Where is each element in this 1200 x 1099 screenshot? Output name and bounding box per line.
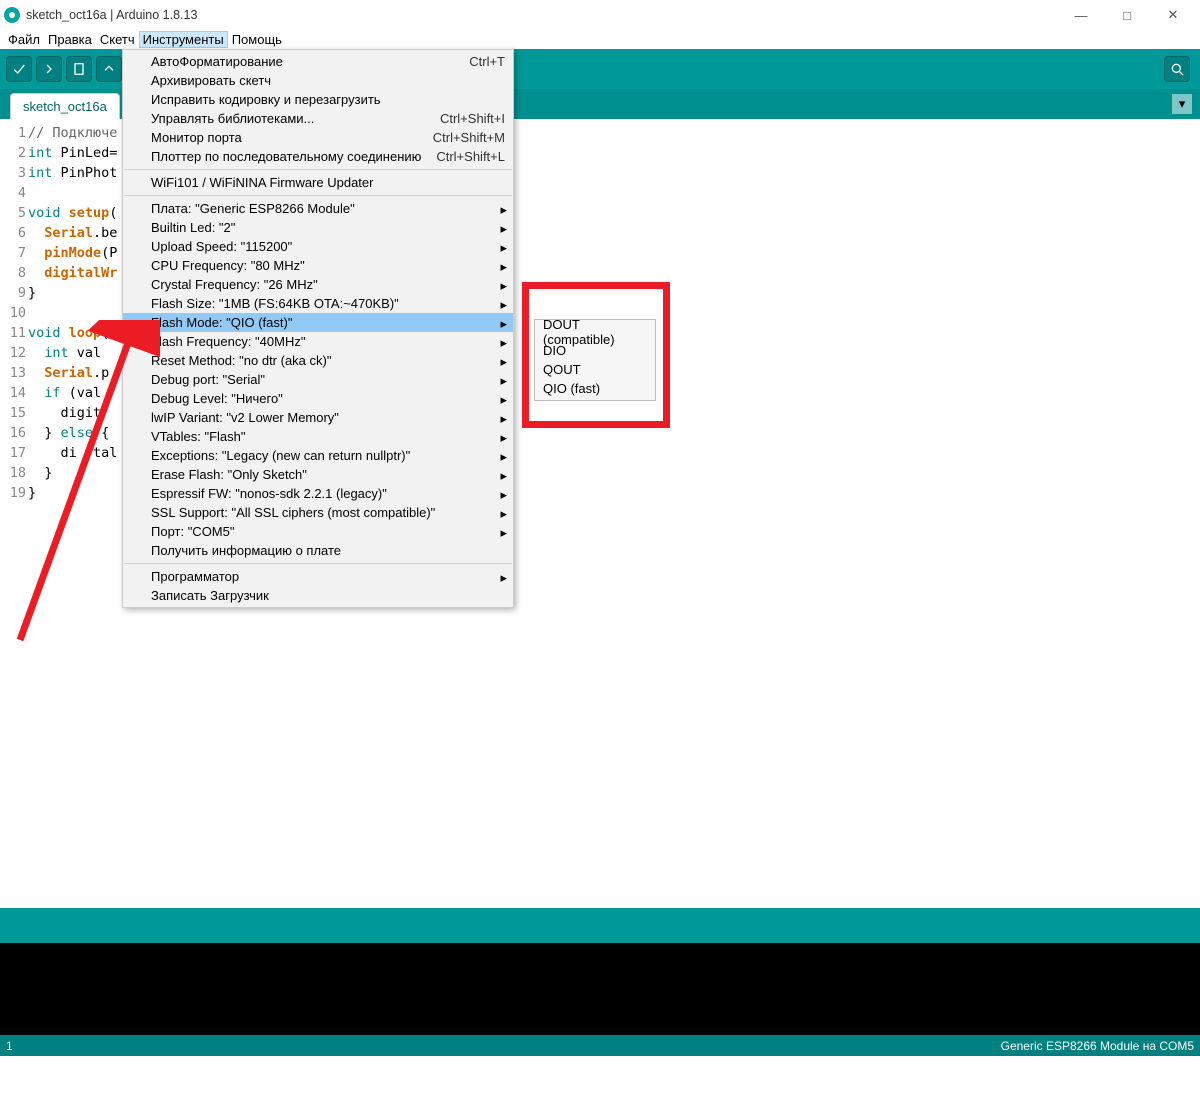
menu-item[interactable]: Espressif FW: "nonos-sdk 2.2.1 (legacy)"…: [123, 484, 513, 503]
menu-item[interactable]: Программатор▸: [123, 567, 513, 586]
menu-item[interactable]: Crystal Frequency: "26 MHz"▸: [123, 275, 513, 294]
menu-item[interactable]: Debug port: "Serial"▸: [123, 370, 513, 389]
menu-item[interactable]: Исправить кодировку и перезагрузить: [123, 90, 513, 109]
menu-item[interactable]: Управлять библиотеками...Ctrl+Shift+I: [123, 109, 513, 128]
serial-monitor-button[interactable]: [1164, 56, 1190, 82]
menu-item[interactable]: VTables: "Flash"▸: [123, 427, 513, 446]
menu-item[interactable]: Flash Size: "1MB (FS:64KB OTA:~470KB)"▸: [123, 294, 513, 313]
menu-item[interactable]: Архивировать скетч: [123, 71, 513, 90]
menu-item[interactable]: Upload Speed: "115200"▸: [123, 237, 513, 256]
code-area[interactable]: // Подключеint PinLed=int PinPhotvoid se…: [28, 123, 117, 503]
status-bar: 1 Generic ESP8266 Module на COM5: [0, 1035, 1200, 1056]
upload-button[interactable]: [36, 56, 62, 82]
menu-item[interactable]: Получить информацию о плате: [123, 541, 513, 560]
tab-sketch[interactable]: sketch_oct16a: [10, 93, 120, 119]
submenu-item[interactable]: DOUT (compatible): [535, 322, 655, 341]
menu-item[interactable]: Flash Mode: "QIO (fast)"▸: [123, 313, 513, 332]
menu-item[interactable]: Reset Method: "no dtr (aka ck)"▸: [123, 351, 513, 370]
menu-tools[interactable]: Инструменты: [139, 31, 228, 48]
menubar: Файл Правка Скетч Инструменты Помощь: [0, 30, 1200, 49]
menu-item[interactable]: Flash Frequency: "40MHz"▸: [123, 332, 513, 351]
menu-file[interactable]: Файл: [4, 32, 44, 47]
menu-item[interactable]: Плата: "Generic ESP8266 Module"▸: [123, 199, 513, 218]
window-title: sketch_oct16a | Arduino 1.8.13: [26, 8, 1058, 22]
menu-item[interactable]: Порт: "COM5"▸: [123, 522, 513, 541]
menu-item[interactable]: Debug Level: "Ничего"▸: [123, 389, 513, 408]
tools-menu-dropdown[interactable]: АвтоФорматированиеCtrl+TАрхивировать ске…: [122, 49, 514, 608]
close-button[interactable]: ✕: [1150, 0, 1196, 30]
arduino-logo-icon: [4, 7, 20, 23]
menu-item[interactable]: Монитор портаCtrl+Shift+M: [123, 128, 513, 147]
flash-mode-submenu[interactable]: DOUT (compatible)DIOQOUTQIO (fast): [534, 319, 656, 401]
maximize-button[interactable]: □: [1104, 0, 1150, 30]
menu-edit[interactable]: Правка: [44, 32, 96, 47]
menu-item[interactable]: Exceptions: "Legacy (new can return null…: [123, 446, 513, 465]
menu-item[interactable]: Записать Загрузчик: [123, 586, 513, 605]
menu-sketch[interactable]: Скетч: [96, 32, 139, 47]
line-gutter: 12345678910111213141516171819: [0, 123, 26, 503]
tab-menu-button[interactable]: ▾: [1172, 94, 1192, 114]
minimize-button[interactable]: —: [1058, 0, 1104, 30]
new-button[interactable]: [66, 56, 92, 82]
submenu-item[interactable]: QOUT: [535, 360, 655, 379]
open-button[interactable]: [96, 56, 122, 82]
menu-item[interactable]: Плоттер по последовательному соединениюC…: [123, 147, 513, 166]
verify-button[interactable]: [6, 56, 32, 82]
menu-item[interactable]: Erase Flash: "Only Sketch"▸: [123, 465, 513, 484]
status-line: 1: [6, 1039, 1001, 1053]
menu-item[interactable]: АвтоФорматированиеCtrl+T: [123, 52, 513, 71]
console[interactable]: [0, 943, 1200, 1035]
menu-help[interactable]: Помощь: [228, 32, 286, 47]
message-bar: [0, 908, 1200, 943]
menu-item[interactable]: CPU Frequency: "80 MHz"▸: [123, 256, 513, 275]
menu-item[interactable]: Builtin Led: "2"▸: [123, 218, 513, 237]
menu-item[interactable]: WiFi101 / WiFiNINA Firmware Updater: [123, 173, 513, 192]
titlebar: sketch_oct16a | Arduino 1.8.13 — □ ✕: [0, 0, 1200, 30]
submenu-item[interactable]: QIO (fast): [535, 379, 655, 398]
status-board: Generic ESP8266 Module на COM5: [1001, 1039, 1194, 1053]
menu-item[interactable]: SSL Support: "All SSL ciphers (most comp…: [123, 503, 513, 522]
menu-item[interactable]: lwIP Variant: "v2 Lower Memory"▸: [123, 408, 513, 427]
